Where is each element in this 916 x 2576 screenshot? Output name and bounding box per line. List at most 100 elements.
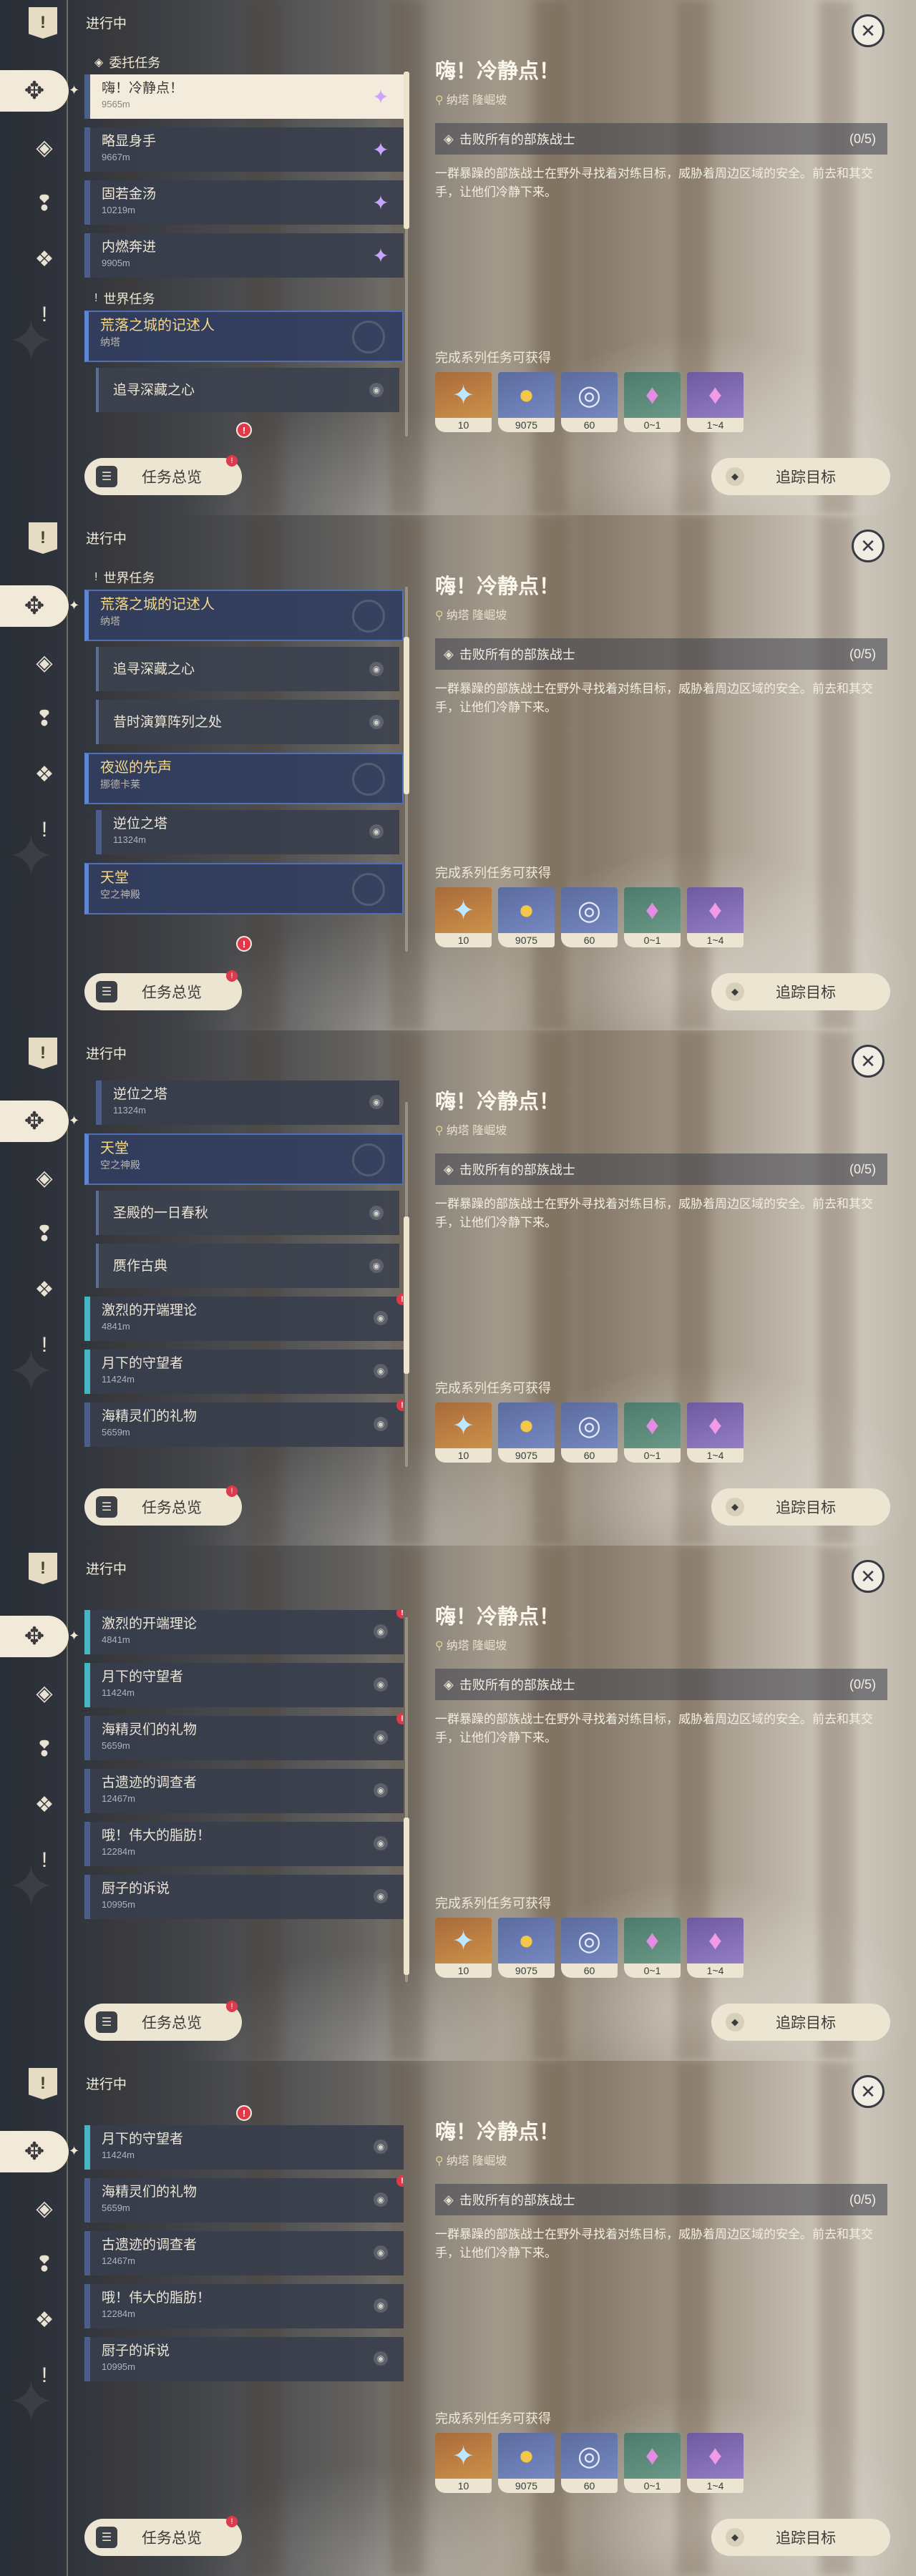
commission-tab[interactable]: ✥: [0, 1101, 69, 1142]
reward-item[interactable]: ◎ 60: [561, 1918, 618, 1978]
reward-item[interactable]: ♦ 1~4: [687, 2433, 744, 2493]
story-quest-tab[interactable]: ❢: [29, 2248, 60, 2280]
overview-button[interactable]: ☰ 任务总览!: [84, 455, 242, 495]
quest-item[interactable]: 内燃奔进 9905m ✦: [84, 233, 404, 278]
location-pin-icon[interactable]: ◉: [374, 1311, 388, 1325]
sub-quest[interactable]: 赝作古典 ◉: [96, 1244, 399, 1288]
location-pin-icon[interactable]: ◉: [374, 1677, 388, 1692]
track-button[interactable]: ◆ 追踪目标: [711, 1488, 890, 1526]
commission-tab[interactable]: ✥: [0, 2131, 69, 2172]
reward-item[interactable]: ● 9075: [498, 887, 555, 947]
archon-quest-tab[interactable]: ◈: [29, 1677, 60, 1709]
scroll-alert-icon[interactable]: !: [236, 936, 252, 952]
location-pin-icon[interactable]: ◉: [374, 1364, 388, 1378]
location-pin-icon[interactable]: ◉: [374, 1730, 388, 1745]
track-button[interactable]: ◆ 追踪目标: [711, 458, 890, 495]
quest-item[interactable]: 海精灵们的礼物 5659m ◉!: [84, 1400, 404, 1447]
quest-group[interactable]: 天堂 空之神殿: [84, 1133, 404, 1185]
location-pin-icon[interactable]: ◉: [374, 2192, 388, 2207]
quest-item[interactable]: 略显身手 9667m ✦: [84, 127, 404, 172]
location-pin-icon[interactable]: ◉: [369, 1206, 384, 1220]
scroll-alert-icon[interactable]: !: [236, 2105, 252, 2121]
quest-item[interactable]: 厨子的诉说 10995m ◉: [84, 1875, 404, 1919]
quest-list[interactable]: ◈ 委托任务 嗨！冷静点！ 9565m ✦ 略显身手 9667m ✦ 固若金汤 10219m…: [84, 50, 404, 436]
quest-item[interactable]: 激烈的开端理论 4841m ◉!: [84, 1610, 404, 1654]
quest-group[interactable]: 天堂 空之神殿: [84, 863, 404, 914]
location-pin-icon[interactable]: ◉: [374, 2245, 388, 2260]
close-button[interactable]: ✕: [852, 1045, 885, 1078]
world-quest-tab[interactable]: !: [29, 814, 60, 846]
quest-list[interactable]: 月下的守望者 11424m ◉ 海精灵们的礼物 5659m ◉! 古遗迹的调查者 1246…: [84, 2125, 404, 2497]
reward-item[interactable]: ● 9075: [498, 1918, 555, 1978]
quest-list[interactable]: ! 世界任务 荒落之城的记述人 纳塔 追寻深藏之心 ◉ 昔时演算阵列之处 ◉ 夜巡的先声…: [84, 565, 404, 952]
story-quest-tab[interactable]: ❢: [29, 703, 60, 734]
reward-item[interactable]: ♦ 0~1: [624, 372, 681, 432]
quest-item[interactable]: 哦！伟大的脂肪！ 12284m ◉: [84, 1822, 404, 1866]
story-quest-tab[interactable]: ❢: [29, 1218, 60, 1249]
reward-item[interactable]: ♦ 0~1: [624, 2433, 681, 2493]
archon-quest-tab[interactable]: ◈: [29, 132, 60, 163]
quest-list[interactable]: 激烈的开端理论 4841m ◉! 月下的守望者 11424m ◉ 海精灵们的礼物 5659…: [84, 1610, 404, 1982]
story-quest-tab[interactable]: ❢: [29, 187, 60, 219]
location-pin-icon[interactable]: ◉: [374, 1417, 388, 1431]
quest-item[interactable]: 固若金汤 10219m ✦: [84, 180, 404, 225]
reward-item[interactable]: ♦ 1~4: [687, 1402, 744, 1463]
close-button[interactable]: ✕: [852, 530, 885, 562]
quest-group[interactable]: 夜巡的先声 挪德卡莱: [84, 753, 404, 804]
event-quest-tab[interactable]: ❖: [29, 2304, 60, 2336]
world-quest-tab[interactable]: !: [29, 1845, 60, 1876]
overview-button[interactable]: ☰ 任务总览!: [84, 1485, 242, 1526]
sub-quest[interactable]: 圣殿的一日春秋 ◉: [96, 1191, 399, 1235]
archon-quest-tab[interactable]: ◈: [29, 1162, 60, 1194]
location-pin-icon[interactable]: ◉: [369, 1095, 384, 1109]
quest-item[interactable]: 逆位之塔 11324m ◉: [96, 810, 399, 854]
quest-book-icon[interactable]: !: [29, 522, 57, 554]
reward-item[interactable]: ♦ 1~4: [687, 372, 744, 432]
scroll-thumb[interactable]: [404, 1818, 409, 1975]
sub-quest[interactable]: 追寻深藏之心 ◉: [96, 647, 399, 691]
scroll-thumb[interactable]: [404, 72, 409, 229]
close-button[interactable]: ✕: [852, 2075, 885, 2108]
quest-item-selected[interactable]: 嗨！冷静点！ 9565m ✦: [84, 74, 404, 119]
quest-book-icon[interactable]: !: [29, 2068, 57, 2099]
scroll-thumb[interactable]: [404, 637, 409, 794]
location-pin-icon[interactable]: ◉: [374, 1889, 388, 1903]
quest-list[interactable]: 逆位之塔 11324m ◉ 天堂 空之神殿 圣殿的一日春秋 ◉ 赝作古典 ◉ 激烈的开端理…: [84, 1080, 404, 1467]
location-pin-icon[interactable]: ◉: [369, 715, 384, 729]
reward-item[interactable]: ♦ 1~4: [687, 887, 744, 947]
quest-item[interactable]: 古遗迹的调查者 12467m ◉: [84, 2231, 404, 2275]
quest-item[interactable]: 厨子的诉说 10995m ◉: [84, 2337, 404, 2381]
location-pin-icon[interactable]: ◉: [374, 1836, 388, 1850]
close-button[interactable]: ✕: [852, 1560, 885, 1593]
track-button[interactable]: ◆ 追踪目标: [711, 2519, 890, 2556]
quest-item[interactable]: 激烈的开端理论 4841m ◉!: [84, 1294, 404, 1341]
world-quest-tab[interactable]: !: [29, 1330, 60, 1361]
location-pin-icon[interactable]: ◉: [374, 2298, 388, 2313]
quest-item[interactable]: 古遗迹的调查者 12467m ◉: [84, 1769, 404, 1813]
location-pin-icon[interactable]: ◉: [374, 2140, 388, 2154]
location-pin-icon[interactable]: ◉: [374, 1783, 388, 1797]
archon-quest-tab[interactable]: ◈: [29, 647, 60, 678]
reward-item[interactable]: ◎ 60: [561, 1402, 618, 1463]
quest-group[interactable]: 荒落之城的记述人 纳塔: [84, 590, 404, 641]
event-quest-tab[interactable]: ❖: [29, 1789, 60, 1820]
close-button[interactable]: ✕: [852, 14, 885, 47]
overview-button[interactable]: ☰ 任务总览!: [84, 2516, 242, 2556]
location-pin-icon[interactable]: ◉: [369, 662, 384, 676]
location-pin-icon[interactable]: ◉: [374, 2351, 388, 2366]
reward-item[interactable]: ♦ 0~1: [624, 1918, 681, 1978]
overview-button[interactable]: ☰ 任务总览!: [84, 970, 242, 1010]
world-quest-tab[interactable]: !: [29, 2360, 60, 2391]
quest-item[interactable]: 月下的守望者 11424m ◉: [84, 1350, 404, 1394]
quest-book-icon[interactable]: !: [29, 1553, 57, 1584]
quest-item[interactable]: 哦！伟大的脂肪！ 12284m ◉: [84, 2284, 404, 2328]
scroll-thumb[interactable]: [404, 1216, 409, 1374]
commission-tab[interactable]: ✥: [0, 585, 69, 627]
world-quest-tab[interactable]: !: [29, 299, 60, 331]
quest-item[interactable]: 月下的守望者 11424m ◉: [84, 2125, 404, 2170]
reward-item[interactable]: ◎ 60: [561, 372, 618, 432]
quest-item[interactable]: 海精灵们的礼物 5659m ◉!: [84, 2175, 404, 2223]
track-button[interactable]: ◆ 追踪目标: [711, 973, 890, 1010]
sub-quest[interactable]: 昔时演算阵列之处 ◉: [96, 700, 399, 744]
archon-quest-tab[interactable]: ◈: [29, 2192, 60, 2224]
